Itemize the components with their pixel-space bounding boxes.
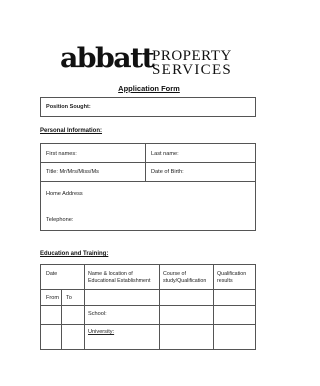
col-course-line2: study/Qualification — [163, 278, 207, 284]
company-logo: abbatt PROPERTY SERVICES — [60, 42, 260, 82]
col-date-header: Date — [46, 271, 58, 277]
logo-wordmark: abbatt — [60, 43, 155, 74]
column-divider — [84, 264, 85, 350]
col-qualification-line1: Qualification — [217, 271, 247, 277]
last-name-field[interactable]: Last name: — [151, 151, 179, 157]
column-divider — [213, 264, 214, 350]
telephone-field[interactable]: Telephone: — [46, 217, 73, 223]
col-establishment-line1: Name & location of — [88, 271, 133, 277]
first-names-field[interactable]: First names: — [46, 151, 77, 157]
column-divider — [61, 289, 62, 350]
date-of-birth-field[interactable]: Date of Birth: — [151, 169, 184, 175]
row-divider — [40, 162, 256, 163]
university-field[interactable]: University: — [88, 329, 114, 335]
col-establishment-line2: Educational Establishment — [88, 278, 151, 284]
row-divider — [40, 305, 256, 306]
row-divider — [40, 289, 256, 290]
to-label: To — [66, 295, 72, 301]
col-course-header: Course of study/Qualification — [163, 271, 206, 285]
row-divider — [40, 181, 256, 182]
column-divider — [145, 143, 146, 181]
school-field[interactable]: School: — [88, 311, 107, 317]
from-label: From — [46, 295, 60, 301]
form-title: Application Form — [118, 84, 180, 93]
col-establishment-header: Name & location of Educational Establish… — [88, 271, 150, 285]
home-address-field[interactable]: Home Address — [46, 191, 83, 197]
personal-info-heading: Personal Information: — [40, 128, 103, 134]
row-divider — [40, 324, 256, 325]
title-field[interactable]: Title: Mr/Mrs/Miss/Ms — [46, 169, 99, 175]
col-course-line1: Course of — [163, 271, 186, 277]
position-sought-label: Position Sought: — [46, 104, 91, 110]
education-heading: Education and Training: — [40, 251, 109, 257]
col-qualification-header: Qualification results — [217, 271, 246, 285]
column-divider — [159, 264, 160, 350]
col-qualification-line2: results — [217, 278, 233, 284]
logo-line-services: SERVICES — [152, 62, 233, 78]
